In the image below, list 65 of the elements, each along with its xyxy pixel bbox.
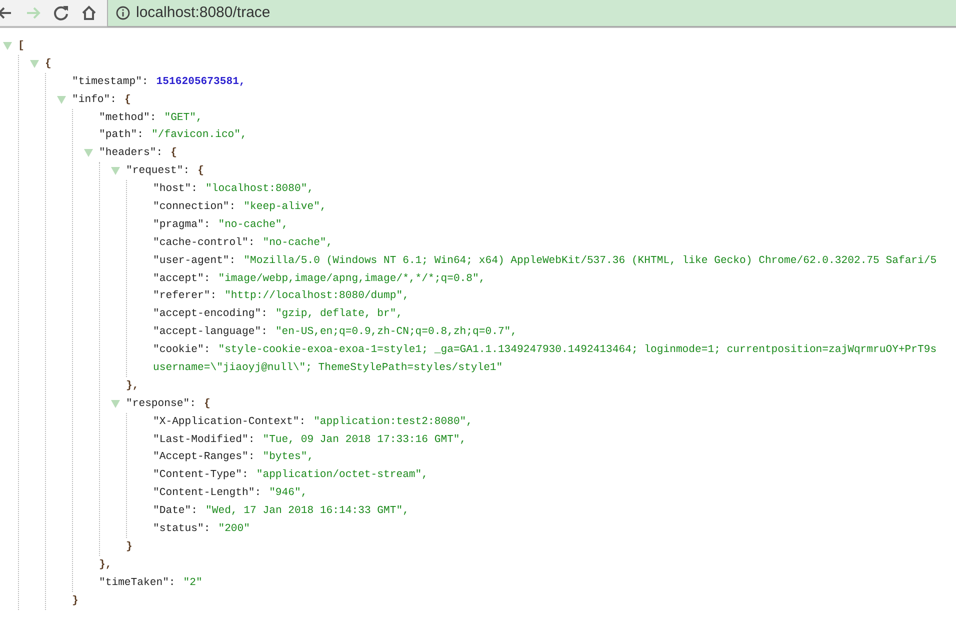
info-icon[interactable] bbox=[116, 6, 130, 20]
json-key: "accept": bbox=[153, 272, 210, 285]
json-key: "user-agent": bbox=[153, 254, 236, 267]
json-bracket: } bbox=[72, 594, 78, 607]
json-value: "/favicon.ico", bbox=[152, 129, 247, 142]
json-key: "request": bbox=[126, 165, 190, 178]
json-key: "accept-encoding": bbox=[153, 308, 268, 320]
json-value: "application/octet-stream", bbox=[256, 469, 428, 482]
json-value: "http://localhost:8080/dump", bbox=[224, 290, 409, 302]
json-key: "Content-Length": bbox=[153, 487, 262, 500]
json-value: "bytes", bbox=[262, 451, 314, 464]
toggle-triangle-icon[interactable] bbox=[30, 60, 39, 68]
toggle-triangle-icon[interactable] bbox=[3, 42, 12, 50]
json-key: "Content-Type": bbox=[153, 469, 248, 482]
json-key: "host": bbox=[153, 183, 198, 196]
json-key: "response": bbox=[126, 398, 196, 410]
json-bracket: { bbox=[170, 147, 177, 160]
json-key: "referer": bbox=[153, 290, 217, 302]
json-value: 1516205673581, bbox=[156, 76, 246, 88]
toggle-triangle-icon[interactable] bbox=[57, 96, 66, 104]
json-value: "GET", bbox=[164, 112, 202, 124]
json-value: "Wed, 17 Jan 2018 16:14:33 GMT", bbox=[206, 505, 409, 518]
json-key: "Accept-Ranges": bbox=[153, 451, 255, 464]
json-bracket: { bbox=[204, 398, 210, 410]
json-value: "200" bbox=[218, 522, 250, 535]
json-key: "headers": bbox=[99, 147, 163, 160]
json-value: "gzip, deflate, br", bbox=[275, 308, 403, 320]
toggle-triangle-icon[interactable] bbox=[111, 400, 120, 408]
json-bracket: { bbox=[198, 165, 204, 178]
json-key: "method": bbox=[99, 112, 156, 124]
address-bar[interactable]: localhost:8080/trace bbox=[107, 0, 956, 26]
json-bracket: { bbox=[45, 58, 52, 70]
json-value: "keep-alive", bbox=[244, 200, 326, 213]
json-value: "Mozilla/5.0 (Windows NT 6.1; Win64; x64) AppleWebKit/537.36 (KHTML, like Gecko) Chrome/62.0.3202.75 Safari/5 bbox=[244, 254, 937, 267]
json-key: "connection": bbox=[153, 200, 236, 213]
json-value: username=\"jiaoyj@null\"; ThemeStylePath=styles/style1" bbox=[153, 362, 503, 374]
json-bracket: }, bbox=[99, 558, 112, 571]
json-value: "application:test2:8080", bbox=[314, 416, 473, 428]
toggle-triangle-icon[interactable] bbox=[111, 167, 120, 176]
json-value: "image/webp,image/apng,image/*,*/*;q=0.8", bbox=[218, 272, 486, 285]
json-key: "accept-language": bbox=[153, 326, 268, 338]
json-key: "X-Application-Context": bbox=[153, 416, 306, 428]
json-key: "pragma": bbox=[153, 218, 210, 231]
json-value: "946", bbox=[269, 487, 308, 500]
toggle-triangle-icon[interactable] bbox=[84, 149, 93, 158]
json-bracket: [ bbox=[18, 40, 24, 52]
json-key: "cache-control": bbox=[153, 236, 255, 249]
json-value: "style-cookie-exoa-exoa-1=style1; _ga=GA1.1.1349247930.1492413464; loginmode=1; currentposition=zajWqrmruOY+PrT9s bbox=[218, 344, 937, 356]
json-key: "timeTaken": bbox=[99, 576, 176, 589]
json-value: "Tue, 09 Jan 2018 17:33:16 GMT", bbox=[262, 434, 466, 446]
json-bracket: }, bbox=[126, 380, 139, 392]
json-value: "2" bbox=[183, 576, 202, 589]
json-key: "Date": bbox=[153, 505, 198, 518]
json-key: "timestamp": bbox=[72, 76, 148, 88]
json-key: "path": bbox=[99, 129, 144, 142]
json-key: "Last-Modified": bbox=[153, 434, 255, 446]
json-value: "en-US,en;q=0.9,zh-CN;q=0.8,zh;q=0.7", bbox=[275, 326, 518, 338]
json-key: "cookie": bbox=[153, 344, 210, 356]
json-bracket: } bbox=[126, 540, 132, 553]
json-key: "status": bbox=[153, 522, 210, 535]
json-value: "no-cache", bbox=[218, 218, 288, 231]
json-value: "localhost:8080", bbox=[206, 183, 314, 196]
json-value: "no-cache", bbox=[262, 236, 333, 249]
json-bracket: { bbox=[124, 94, 131, 106]
json-key: "info": bbox=[72, 94, 117, 106]
